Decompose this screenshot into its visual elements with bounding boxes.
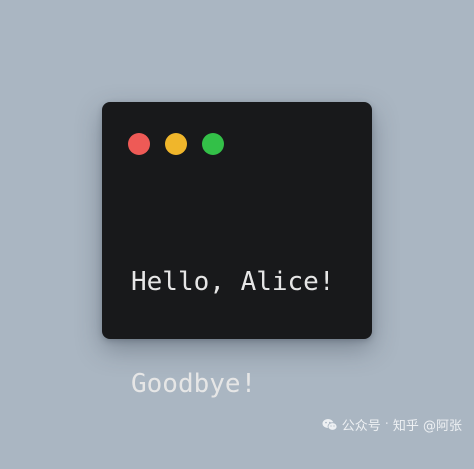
terminal-window: Hello, Alice! Goodbye!: [102, 102, 372, 399]
close-window-button[interactable]: [128, 133, 150, 155]
watermark-account-label: 公众号: [341, 419, 381, 434]
wechat-icon: [322, 418, 338, 431]
watermark-source-label: 知乎 @阿张: [392, 419, 462, 434]
maximize-window-button[interactable]: [202, 133, 224, 155]
watermark: 公众号 · 知乎 @阿张: [322, 415, 462, 434]
page-background: { "window": { "traffic_lights": { "close…: [0, 0, 474, 442]
terminal-output-line: Goodbye!: [131, 369, 257, 399]
watermark-separator: ·: [384, 417, 389, 432]
minimize-window-button[interactable]: [165, 133, 187, 155]
terminal-output-line: Hello, Alice!: [131, 267, 335, 297]
